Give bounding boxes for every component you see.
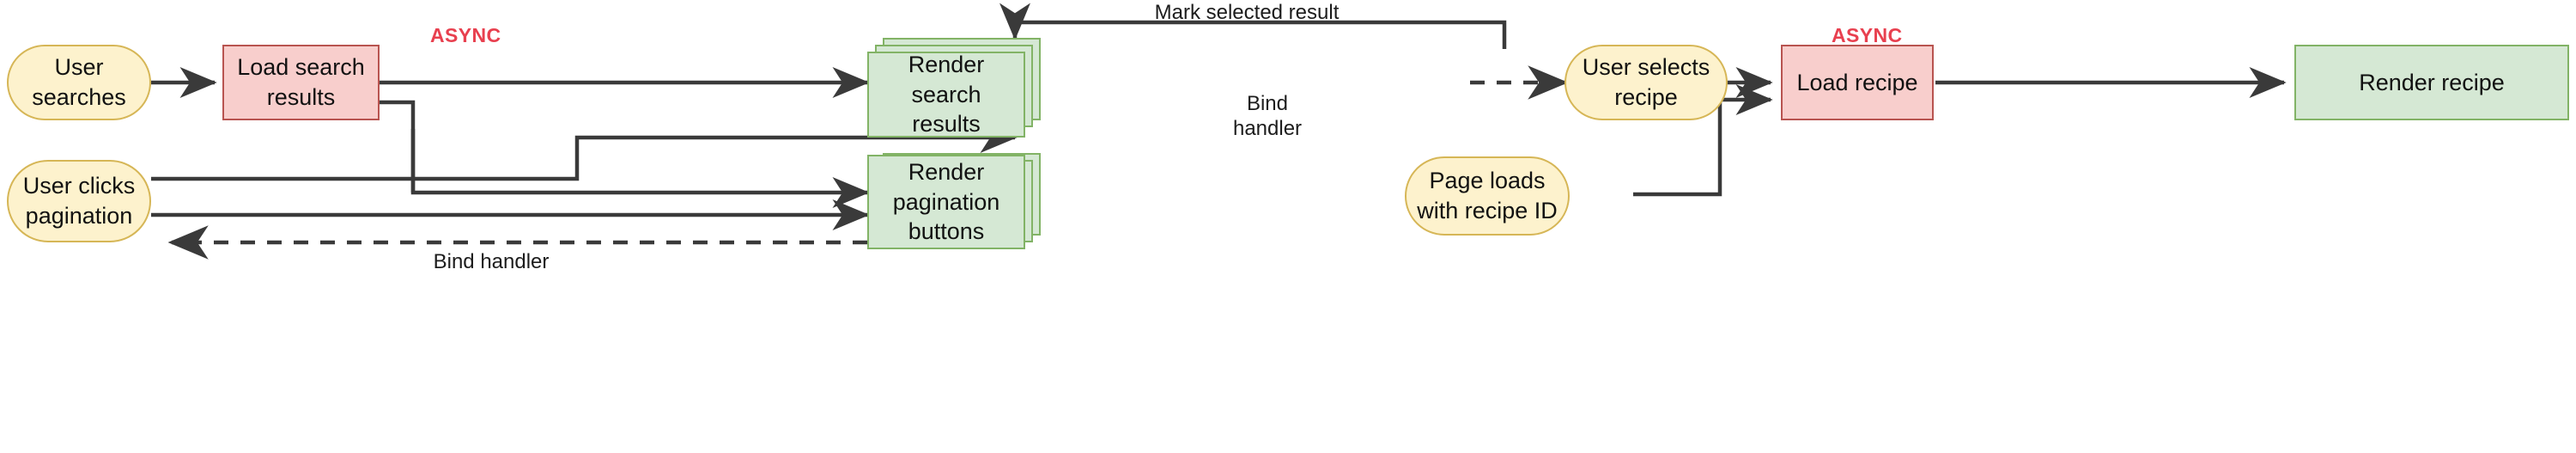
node-user-clicks-pagination[interactable]: User clicks pagination <box>7 160 151 242</box>
node-user-selects-recipe[interactable]: User selects recipe <box>1564 45 1728 120</box>
node-load-recipe[interactable]: Load recipe <box>1781 45 1934 120</box>
node-render-recipe-label: Render recipe <box>2359 69 2505 95</box>
edge-layer <box>151 3 2287 260</box>
node-render-search-results-label: Render search results <box>908 52 985 138</box>
node-user-clicks-pagination-label: User clicks pagination <box>22 173 136 229</box>
node-load-search-results-label: Load search results <box>237 54 365 110</box>
edge-user-selects-recipe-to-render-search-results <box>999 3 1507 49</box>
edge-label-mark-selected-result: Mark selected result <box>1154 1 1340 24</box>
node-page-loads-with-recipe-id[interactable]: Page loads with recipe ID <box>1405 156 1570 236</box>
node-render-recipe[interactable]: Render recipe <box>2294 45 2569 120</box>
node-user-selects-recipe-label: User selects recipe <box>1582 54 1710 110</box>
node-page-loads-with-recipe-id-label: Page loads with recipe ID <box>1417 168 1558 223</box>
flow-diagram: ASYNC ASYNC User searches Load search re… <box>0 0 2576 453</box>
async-tag-load-search-results: ASYNC <box>430 24 501 46</box>
node-render-search-results[interactable]: Render search results <box>867 52 1025 138</box>
node-load-search-results[interactable]: Load search results <box>222 45 380 120</box>
node-user-searches[interactable]: User searches <box>7 45 151 120</box>
node-render-pagination-label: Render pagination buttons <box>892 159 1000 245</box>
node-render-pagination[interactable]: Render pagination buttons <box>867 155 1025 249</box>
edge-label-bind-handler-top: Bind handler <box>1232 92 1303 141</box>
node-load-recipe-label: Load recipe <box>1796 69 1918 95</box>
async-tag-load-recipe: ASYNC <box>1832 24 1903 46</box>
edge-label-bind-handler-bottom: Bind handler <box>433 250 550 273</box>
node-user-searches-label: User searches <box>32 54 126 110</box>
